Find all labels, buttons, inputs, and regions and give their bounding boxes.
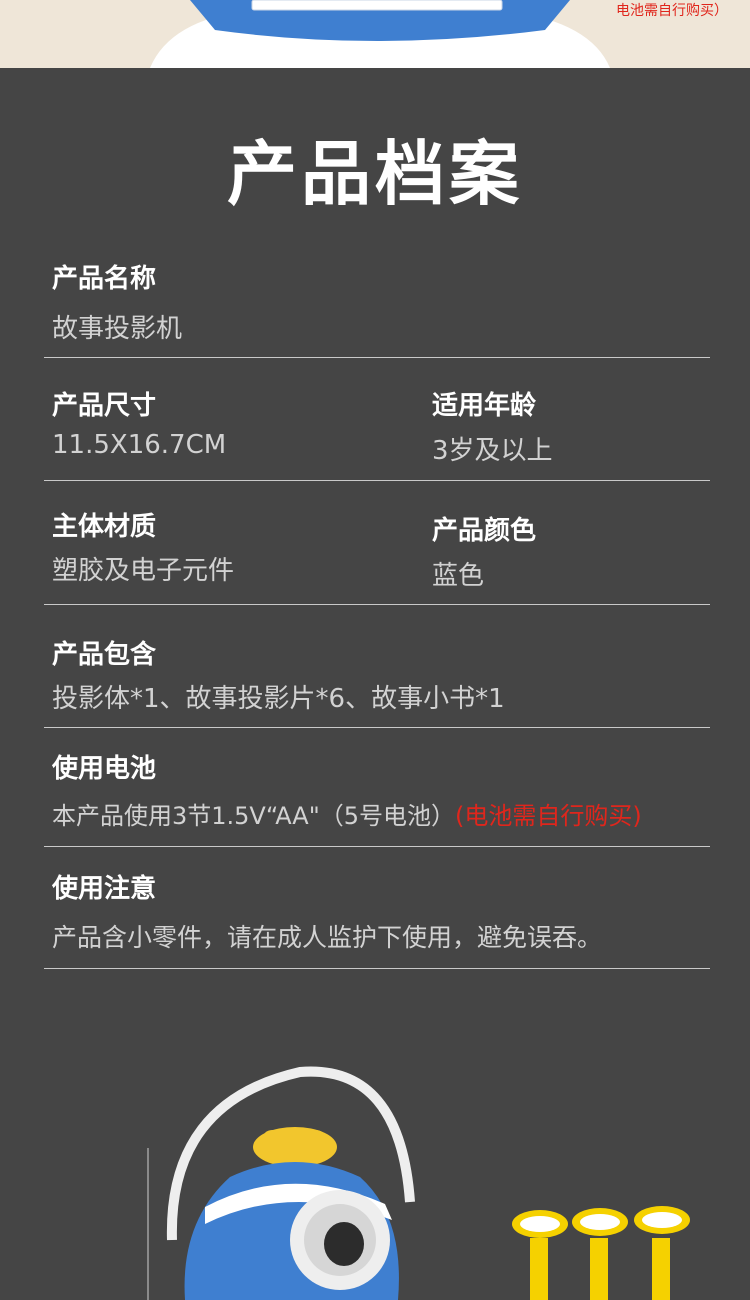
contents-label: 产品包含	[52, 640, 157, 670]
divider	[44, 727, 710, 728]
page-title: 产品档案	[227, 133, 523, 215]
product-size-label: 产品尺寸	[52, 391, 157, 421]
material-label: 主体材质	[52, 512, 157, 542]
divider	[44, 357, 710, 358]
divider	[44, 846, 710, 847]
divider	[44, 968, 710, 969]
contents-value: 投影体*1、故事投影片*6、故事小书*1	[52, 684, 505, 714]
color-label: 产品颜色	[432, 516, 537, 546]
product-name-label: 产品名称	[52, 264, 157, 294]
age-label: 适用年龄	[432, 391, 537, 421]
product-name-value: 故事投影机	[52, 314, 183, 344]
age-value: 3岁及以上	[432, 436, 553, 466]
material-value: 塑胶及电子元件	[52, 556, 235, 586]
battery-value: 本产品使用3节1.5V“AA"（5号电池）	[52, 802, 456, 830]
battery-label: 使用电池	[52, 754, 157, 784]
color-value: 蓝色	[432, 561, 485, 591]
caution-value: 产品含小零件，请在成人监护下使用，避免误吞。	[52, 923, 603, 952]
battery-value-row: 本产品使用3节1.5V“AA"（5号电池）(电池需自行购买)	[52, 796, 642, 831]
product-size-value: 11.5X16.7CM	[52, 430, 227, 460]
story-projector-product-icon	[147, 1066, 690, 1300]
divider	[44, 480, 710, 481]
divider	[44, 604, 710, 605]
battery-purchase-note: (电池需自行购买)	[455, 802, 642, 830]
battery-note-top: 电池需自行购买）	[616, 3, 728, 19]
caution-label: 使用注意	[52, 874, 157, 904]
top-product-banner: 电池需自行购买）	[0, 0, 750, 68]
